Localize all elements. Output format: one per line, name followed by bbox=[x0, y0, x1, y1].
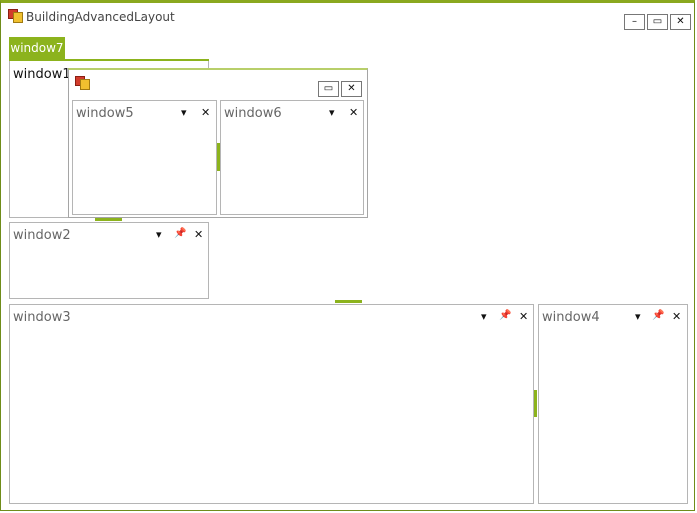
close-icon[interactable]: ✕ bbox=[519, 311, 528, 322]
close-icon[interactable]: ✕ bbox=[194, 229, 203, 240]
dropdown-icon[interactable]: ▾ bbox=[156, 229, 162, 240]
app-icon bbox=[75, 76, 90, 90]
pane-title: window2 bbox=[13, 228, 71, 243]
pane-window2[interactable]: window2 ▾ 📌 ✕ bbox=[9, 222, 209, 299]
close-icon[interactable]: ✕ bbox=[672, 311, 681, 322]
minimize-button[interactable]: – bbox=[624, 14, 645, 30]
close-button[interactable]: ✕ bbox=[670, 14, 691, 30]
minimize-icon: – bbox=[632, 16, 637, 27]
pin-icon[interactable]: 📌 bbox=[499, 311, 511, 321]
pane-title: window3 bbox=[13, 310, 71, 325]
pin-icon[interactable]: 📌 bbox=[652, 311, 664, 321]
close-icon[interactable]: ✕ bbox=[349, 107, 358, 118]
pane-window5[interactable]: window5 ▾ ✕ bbox=[72, 100, 217, 215]
dropdown-icon[interactable]: ▾ bbox=[635, 311, 641, 322]
pane-window6[interactable]: window6 ▾ ✕ bbox=[220, 100, 364, 215]
tab-window7[interactable]: window7 bbox=[9, 37, 65, 59]
window-title: BuildingAdvancedLayout bbox=[26, 10, 175, 24]
close-icon: ✕ bbox=[676, 16, 685, 27]
floating-maximize-button[interactable]: ▭ bbox=[318, 81, 339, 97]
maximize-button[interactable]: ▭ bbox=[647, 14, 668, 30]
maximize-icon: ▭ bbox=[323, 83, 334, 94]
pane-window3[interactable]: window3 ▾ 📌 ✕ bbox=[9, 304, 534, 504]
dropdown-icon[interactable]: ▾ bbox=[181, 107, 187, 118]
app-icon bbox=[8, 9, 23, 23]
horizontal-splitter[interactable] bbox=[95, 218, 122, 221]
floating-close-button[interactable]: ✕ bbox=[341, 81, 362, 97]
pane-title: window4 bbox=[542, 310, 600, 325]
vertical-splitter[interactable] bbox=[534, 390, 537, 417]
pane-window4[interactable]: window4 ▾ 📌 ✕ bbox=[538, 304, 688, 504]
pane-title: window5 bbox=[76, 106, 134, 121]
maximize-icon: ▭ bbox=[652, 16, 663, 27]
horizontal-splitter[interactable] bbox=[335, 300, 362, 303]
pane-title: window1 bbox=[13, 67, 71, 82]
close-icon[interactable]: ✕ bbox=[201, 107, 210, 118]
close-icon: ✕ bbox=[347, 83, 356, 94]
floating-window[interactable]: ▭ ✕ window5 ▾ ✕ window6 ▾ ✕ bbox=[68, 68, 368, 218]
pin-icon[interactable]: 📌 bbox=[174, 229, 186, 239]
pane-title: window6 bbox=[224, 106, 282, 121]
dropdown-icon[interactable]: ▾ bbox=[329, 107, 335, 118]
tab-label: window7 bbox=[10, 41, 64, 55]
dropdown-icon[interactable]: ▾ bbox=[481, 311, 487, 322]
